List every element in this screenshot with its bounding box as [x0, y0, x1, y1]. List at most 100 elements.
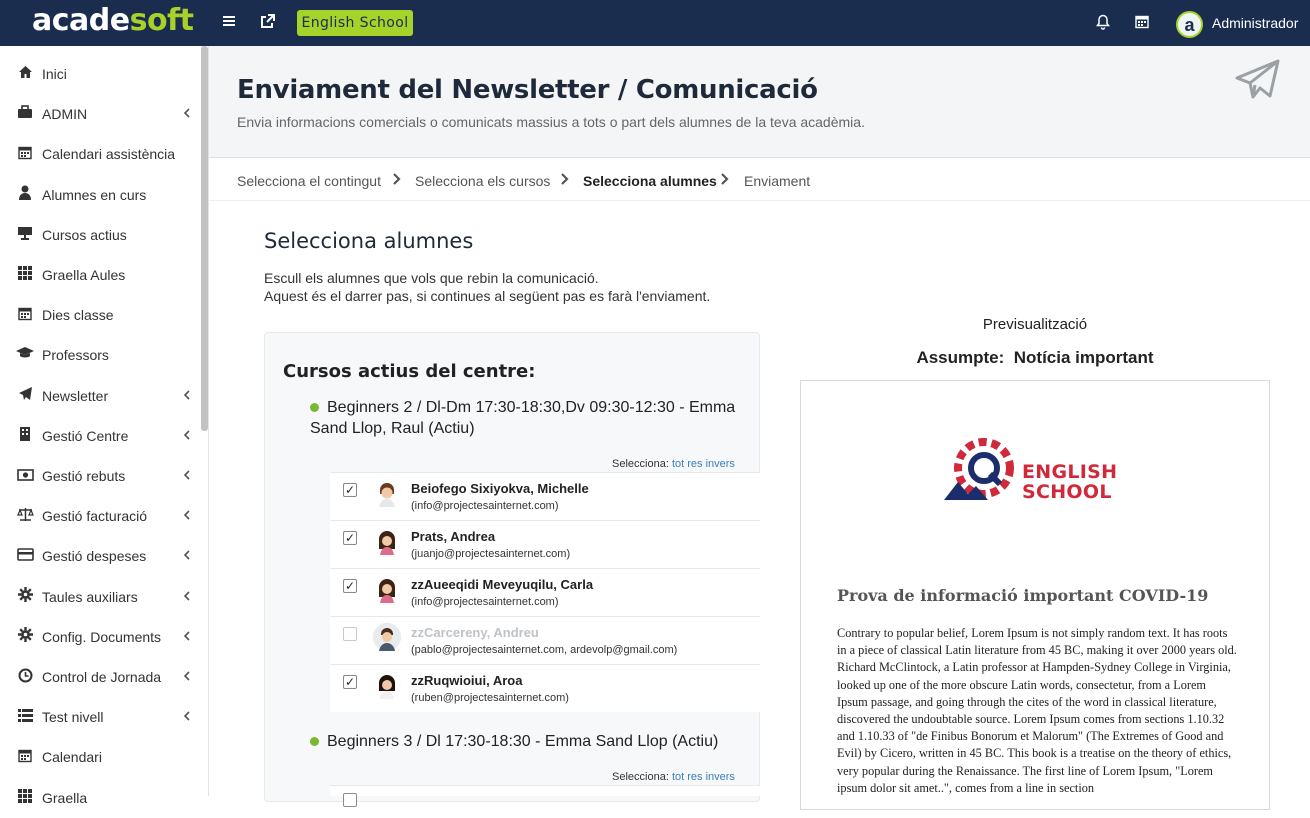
- chevron-left-icon: [183, 590, 190, 604]
- chevron-left-icon: [183, 429, 190, 443]
- sidebar-item-graella-aules[interactable]: Graella Aules: [0, 255, 200, 295]
- calendar-icon[interactable]: [1135, 14, 1149, 34]
- student-checkbox[interactable]: ✓: [343, 579, 357, 593]
- student-row[interactable]: [330, 785, 760, 807]
- sidebar-item-calendari-assist-ncia[interactable]: Calendari assistència: [0, 134, 200, 174]
- sidebar-item-inici[interactable]: Inici: [0, 54, 200, 94]
- student-row[interactable]: ✓ zzAueeqidi Meveyuqilu, Carla (info@pro…: [330, 568, 760, 616]
- sidebar-item-gesti-facturaci[interactable]: Gestió facturació: [0, 496, 200, 536]
- sidebar-item-dies-classe[interactable]: Dies classe: [0, 295, 200, 335]
- top-navbar: acadesoft English School a Administrador: [0, 0, 1310, 46]
- student-name: zzRuqwioiui, Aroa: [411, 673, 523, 688]
- step-select-students[interactable]: Selecciona alumnes: [583, 173, 717, 189]
- user-icon: [16, 185, 34, 204]
- student-checkbox[interactable]: [343, 627, 357, 641]
- sidebar-scrollbar[interactable]: [201, 46, 208, 431]
- sidebar-item-gesti-centre[interactable]: Gestió Centre: [0, 416, 200, 456]
- sidebar-item-alumnes-en-curs[interactable]: Alumnes en curs: [0, 175, 200, 215]
- preview-label: Previsualització: [982, 316, 1088, 333]
- home-icon: [16, 65, 34, 83]
- description-line: Aquest és el darrer pas, si continues al…: [264, 288, 711, 304]
- student-email: (info@projectesainternet.com): [411, 596, 559, 608]
- external-link-icon[interactable]: [260, 14, 275, 34]
- sidebar-item-label: Gestió despeses: [42, 548, 147, 565]
- section-title: Selecciona alumnes: [264, 229, 474, 253]
- money-icon: [16, 468, 34, 485]
- select-all-link[interactable]: tot: [672, 458, 684, 470]
- student-checkbox[interactable]: ✓: [343, 483, 357, 497]
- sidebar: Inici ADMIN Calendari assistència Alumnes e…: [0, 46, 209, 806]
- sidebar-item-test-nivell[interactable]: Test nivell: [0, 697, 200, 737]
- chevron-right-icon: [560, 172, 570, 188]
- menu-toggle-icon[interactable]: [222, 14, 236, 33]
- student-avatar: [373, 575, 401, 603]
- description-line: Escull els alumnes que vols que rebin la…: [264, 270, 599, 286]
- newsletter-title: Prova de informació important COVID-19: [837, 586, 1209, 605]
- section-description: Escull els alumnes que vols que rebin la…: [264, 269, 710, 305]
- course-heading: Beginners 3 / Dl 17:30-18:30 - Emma Sand…: [310, 731, 750, 752]
- student-avatar: [373, 623, 401, 651]
- student-checkbox[interactable]: ✓: [343, 531, 357, 545]
- select-invert-link[interactable]: invers: [706, 771, 735, 783]
- student-name: zzCarcereny, Andreu: [411, 625, 539, 640]
- sidebar-item-cursos-actius[interactable]: Cursos actius: [0, 215, 200, 255]
- select-label: Selecciona:: [612, 771, 669, 783]
- building-icon: [16, 426, 34, 445]
- list-icon: [16, 708, 34, 726]
- user-name[interactable]: Administrador: [1212, 15, 1298, 31]
- presentation-icon: [16, 226, 34, 244]
- app-logo[interactable]: acadesoft: [32, 4, 194, 38]
- step-select-content[interactable]: Selecciona el contingut: [237, 173, 381, 189]
- chevron-left-icon: [183, 710, 190, 724]
- paper-plane-icon: [1235, 58, 1281, 109]
- logo-line: SCHOOL: [1022, 481, 1112, 503]
- sidebar-item-professors[interactable]: Professors: [0, 335, 200, 375]
- student-email: (info@projectesainternet.com): [411, 500, 559, 512]
- sidebar-item-admin[interactable]: ADMIN: [0, 94, 200, 134]
- step-select-courses[interactable]: Selecciona els cursos: [415, 173, 550, 189]
- select-none-link[interactable]: res: [687, 771, 702, 783]
- paper-plane-icon: [16, 386, 34, 405]
- chevron-left-icon: [183, 469, 190, 483]
- subject-prefix: Assumpte:: [916, 348, 1005, 367]
- sidebar-item-graella[interactable]: Graella: [0, 778, 200, 818]
- school-selector-button[interactable]: English School: [297, 10, 413, 36]
- sidebar-item-label: Dies classe: [42, 307, 114, 324]
- student-row[interactable]: ✓ Beiofego Sixiyokva, Michelle (info@pro…: [330, 472, 760, 520]
- sidebar-item-label: Newsletter: [42, 387, 109, 404]
- active-status-dot: [310, 737, 319, 747]
- sidebar-item-gesti-despeses[interactable]: Gestió despeses: [0, 536, 200, 576]
- course-name: Beginners 3 / Dl 17:30-18:30 - Emma Sand…: [327, 733, 719, 750]
- student-checkbox[interactable]: [343, 793, 357, 807]
- sidebar-item-calendari[interactable]: Calendari: [0, 737, 200, 777]
- courses-panel-title: Cursos actius del centre:: [283, 361, 536, 382]
- sidebar-item-newsletter[interactable]: Newsletter: [0, 376, 200, 416]
- graduation-cap-icon: [16, 346, 34, 364]
- chevron-left-icon: [183, 670, 190, 684]
- sidebar-item-taules-auxiliars[interactable]: Taules auxiliars: [0, 577, 200, 617]
- sidebar-item-config-documents[interactable]: Config. Documents: [0, 617, 200, 657]
- sidebar-item-label: Taules auxiliars: [42, 588, 138, 605]
- sidebar-item-control-de-jornada[interactable]: Control de Jornada: [0, 657, 200, 697]
- student-row[interactable]: ✓ zzRuqwioiui, Aroa (ruben@projectesaint…: [330, 664, 760, 712]
- sidebar-item-label: Graella Aules: [42, 267, 126, 283]
- student-row[interactable]: ✓ Prats, Andrea (juanjo@projectesaintern…: [330, 520, 760, 568]
- student-checkbox[interactable]: ✓: [343, 675, 357, 689]
- page-header: Enviament del Newsletter / Comunicació E…: [209, 46, 1310, 158]
- student-email: (juanjo@projectesainternet.com): [411, 548, 571, 560]
- grid-icon: [16, 788, 34, 807]
- student-row[interactable]: zzCarcereny, Andreu (pablo@projectesaint…: [330, 616, 760, 664]
- select-none-link[interactable]: res: [687, 458, 702, 470]
- select-invert-link[interactable]: invers: [706, 458, 735, 470]
- active-status-dot: [310, 403, 319, 413]
- bell-icon[interactable]: [1096, 14, 1110, 35]
- chevron-right-icon: [720, 172, 730, 188]
- step-send[interactable]: Enviament: [744, 173, 810, 189]
- chevron-left-icon: [183, 630, 190, 644]
- subject-text: Notícia important: [1013, 348, 1154, 367]
- user-avatar[interactable]: a: [1176, 11, 1203, 38]
- sidebar-item-gesti-rebuts[interactable]: Gestió rebuts: [0, 456, 200, 496]
- select-all-link[interactable]: tot: [672, 771, 684, 783]
- sidebar-item-label: ADMIN: [42, 106, 88, 123]
- chevron-left-icon: [183, 509, 190, 523]
